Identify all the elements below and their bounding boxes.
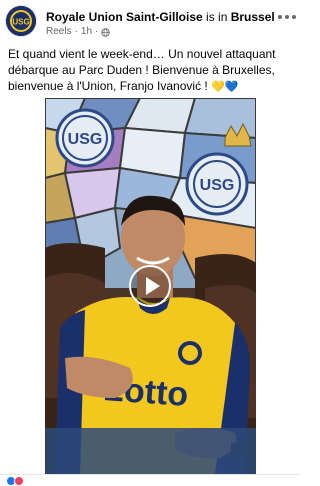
svg-text:USG: USG — [12, 18, 29, 27]
globe-icon — [101, 27, 111, 37]
club-crest-icon: USG — [6, 6, 36, 36]
post-caption: Et quand vient le week-end… Un nouvel at… — [8, 46, 294, 95]
post-divider — [0, 474, 300, 475]
play-icon[interactable] — [129, 265, 171, 307]
more-dot — [292, 15, 296, 19]
page-avatar[interactable]: USG — [6, 6, 36, 36]
reel-video[interactable]: USG USG Lotto — [45, 98, 256, 474]
meta-separator: · — [95, 26, 99, 37]
caption-emoji: 💛💙 — [211, 81, 239, 93]
reaction-icons[interactable] — [6, 476, 24, 486]
love-reaction-icon — [14, 476, 24, 486]
more-dot — [278, 15, 282, 19]
location-connector: is in — [202, 10, 231, 24]
post-timestamp[interactable]: 1h — [81, 26, 92, 38]
post-meta: Reels · 1h · — [46, 26, 111, 38]
post-title-line: Royale Union Saint-Gilloise is in Brusse… — [46, 10, 274, 24]
svg-text:USG: USG — [200, 177, 235, 194]
more-options-icon[interactable] — [278, 10, 296, 24]
location-link[interactable]: Brussels — [231, 10, 274, 24]
post-header: USG Royale Union Saint-Gilloise is in Br… — [0, 0, 300, 40]
meta-separator: · — [74, 26, 78, 37]
post-type-label[interactable]: Reels — [46, 26, 72, 38]
more-dot — [285, 15, 289, 19]
page-name-link[interactable]: Royale Union Saint-Gilloise — [46, 10, 203, 24]
svg-text:USG: USG — [68, 131, 103, 148]
